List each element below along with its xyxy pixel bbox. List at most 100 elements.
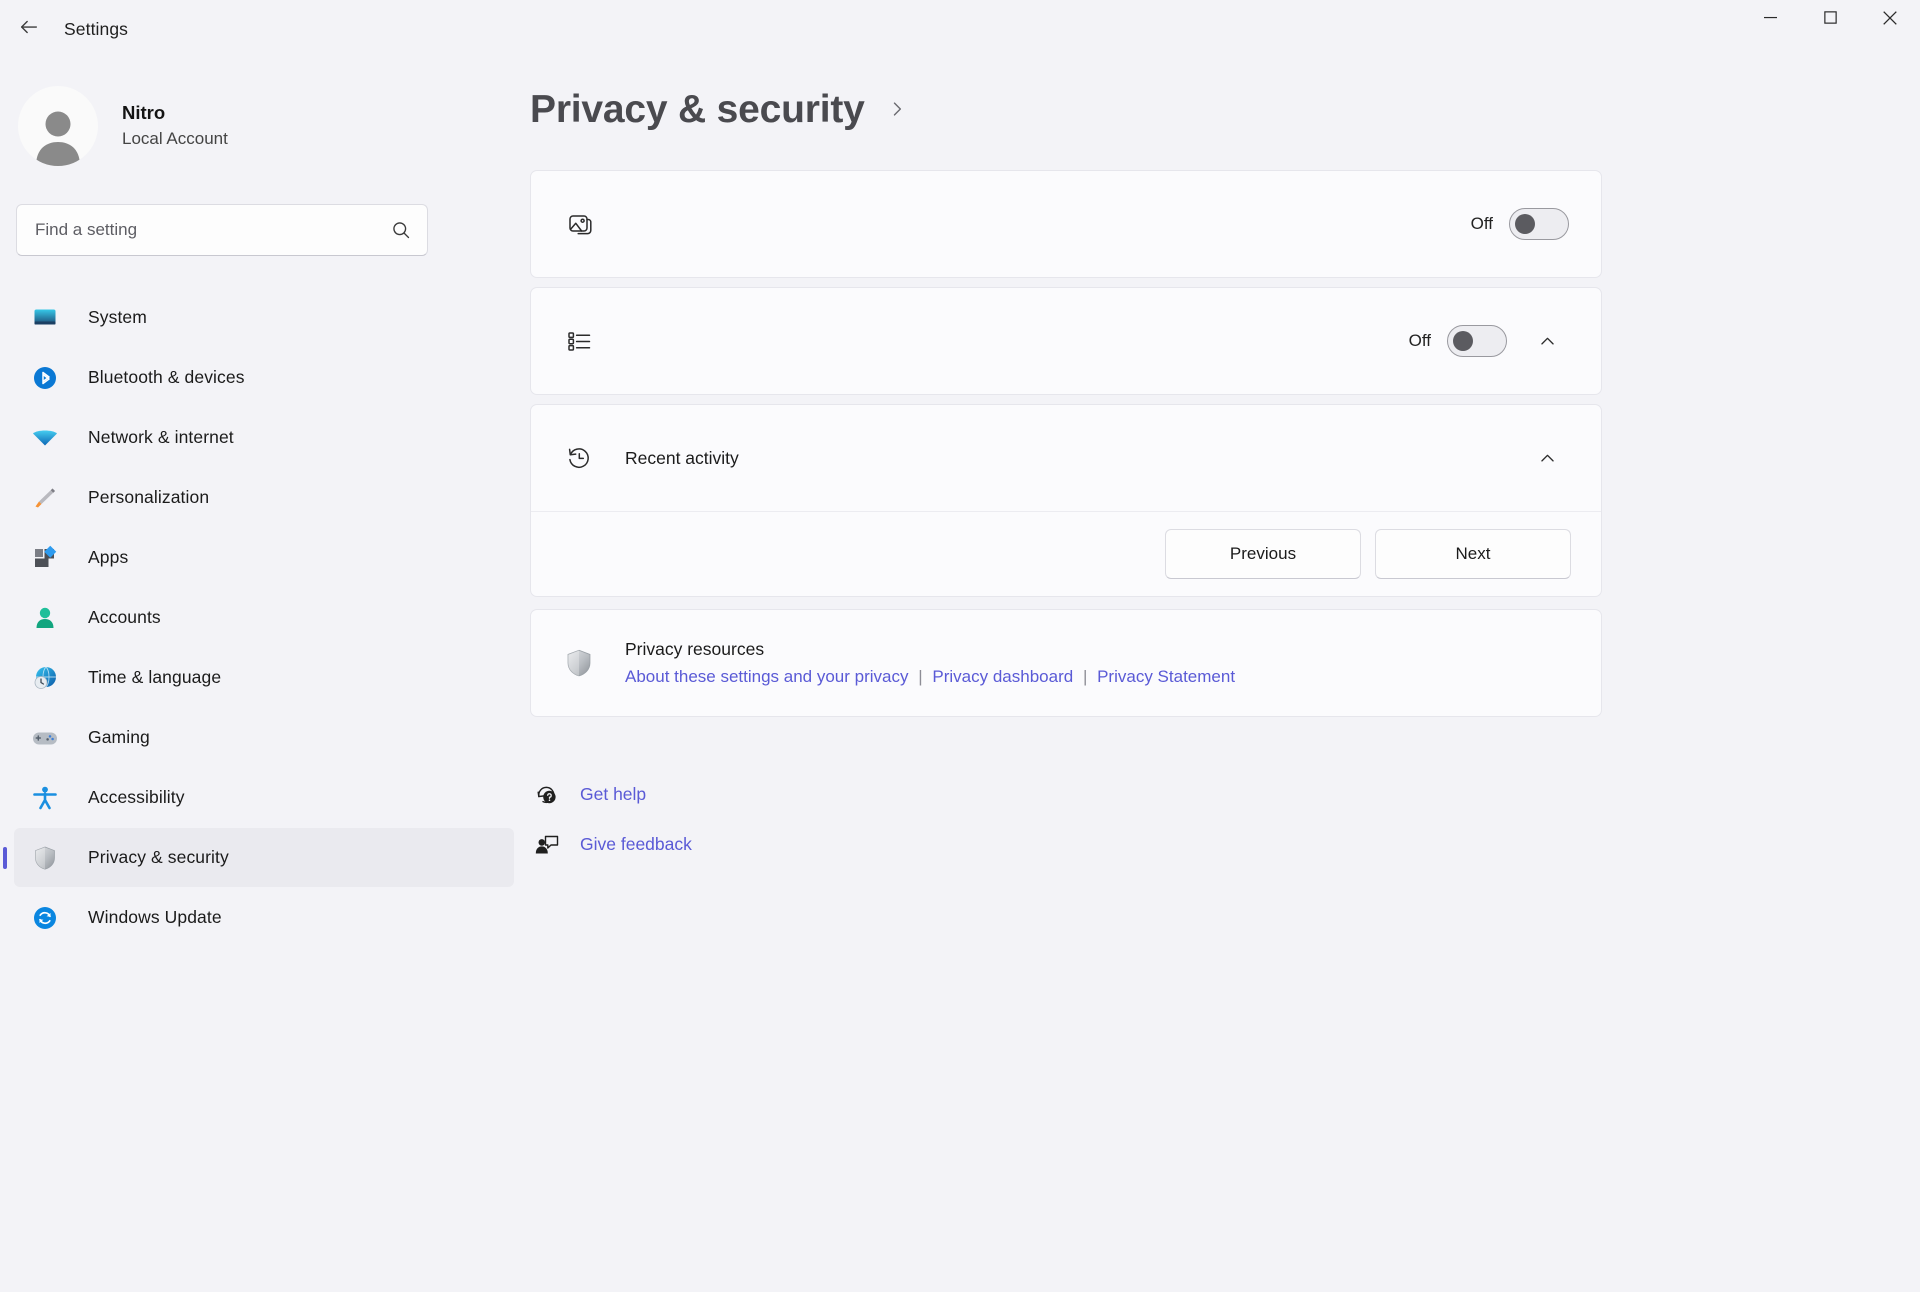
sidebar-item-label: Apps xyxy=(88,547,128,568)
sidebar-item-label: Bluetooth & devices xyxy=(88,367,245,388)
page-title: Privacy & security xyxy=(530,88,865,132)
previous-button[interactable]: Previous xyxy=(1165,529,1361,579)
toggle-state-label: Off xyxy=(1409,331,1431,351)
toggle-state-label: Off xyxy=(1471,214,1493,234)
setting-card-photos[interactable]: Off xyxy=(530,170,1602,278)
sidebar-item-label: Time & language xyxy=(88,667,221,688)
bluetooth-icon xyxy=(28,361,62,395)
give-feedback-link[interactable]: Give feedback xyxy=(530,819,706,869)
get-help-link[interactable]: Get help xyxy=(530,769,660,819)
sidebar-item-label: Personalization xyxy=(88,487,209,508)
footer-links: Get help Give feedback xyxy=(530,769,1920,869)
chevron-up-icon[interactable] xyxy=(1525,319,1569,363)
search-input[interactable] xyxy=(17,205,427,255)
card-row: Off xyxy=(531,171,1601,277)
link-about-settings-privacy[interactable]: About these settings and your privacy xyxy=(625,667,909,686)
chevron-right-icon[interactable] xyxy=(887,99,907,122)
sidebar-item-personalization[interactable]: Personalization xyxy=(14,468,514,527)
apps-squares-icon xyxy=(28,541,62,575)
resources-row: Privacy resources About these settings a… xyxy=(531,610,1601,716)
maximize-button[interactable] xyxy=(1800,0,1860,40)
shield-icon xyxy=(28,841,62,875)
system-monitor-icon xyxy=(28,301,62,335)
sidebar-item-label: Windows Update xyxy=(88,907,222,928)
sidebar-item-privacy-security[interactable]: Privacy & security xyxy=(14,828,514,887)
paintbrush-icon xyxy=(28,481,62,515)
setting-toggle-photos[interactable] xyxy=(1509,208,1569,240)
sidebar-item-label: Privacy & security xyxy=(88,847,229,868)
resources-text: Privacy resources About these settings a… xyxy=(625,636,1235,691)
privacy-resources-card: Privacy resources About these settings a… xyxy=(530,609,1602,717)
setting-toggle-list[interactable] xyxy=(1447,325,1507,357)
give-feedback-label: Give feedback xyxy=(580,834,692,855)
history-clock-icon xyxy=(561,440,597,476)
app-title: Settings xyxy=(64,19,128,40)
search-box[interactable] xyxy=(16,204,428,256)
get-help-label: Get help xyxy=(580,784,646,805)
sidebar-item-label: Accounts xyxy=(88,607,161,628)
privacy-resources-links: About these settings and your privacy | … xyxy=(625,663,1235,691)
window-caption-buttons xyxy=(1740,0,1920,40)
back-button[interactable] xyxy=(8,8,50,50)
sidebar-item-label: Network & internet xyxy=(88,427,234,448)
toggle-group: Off xyxy=(1409,325,1507,357)
update-refresh-icon xyxy=(28,901,62,935)
maximize-icon xyxy=(1824,11,1837,29)
toggle-knob xyxy=(1515,214,1535,234)
sidebar-item-accounts[interactable]: Accounts xyxy=(14,588,514,647)
close-icon xyxy=(1883,11,1897,30)
toggle-group: Off xyxy=(1471,208,1569,240)
account-card[interactable]: Nitro Local Account xyxy=(18,86,530,166)
chevron-up-icon[interactable] xyxy=(1525,436,1569,480)
recent-activity-row[interactable]: Recent activity xyxy=(531,405,1601,511)
sidebar-nav: System Bluetooth & devices Network xyxy=(0,288,530,947)
card-row: Off xyxy=(531,288,1601,394)
account-type: Local Account xyxy=(122,127,228,152)
close-button[interactable] xyxy=(1860,0,1920,40)
sidebar-item-bluetooth-devices[interactable]: Bluetooth & devices xyxy=(14,348,514,407)
minimize-button[interactable] xyxy=(1740,0,1800,40)
sidebar: Nitro Local Account System xyxy=(0,58,530,1292)
link-privacy-statement[interactable]: Privacy Statement xyxy=(1097,667,1235,686)
feedback-person-icon xyxy=(530,827,564,861)
link-separator: | xyxy=(1078,667,1092,686)
globe-clock-icon xyxy=(28,661,62,695)
sidebar-item-time-language[interactable]: Time & language xyxy=(14,648,514,707)
account-name: Nitro xyxy=(122,100,228,127)
recent-activity-label: Recent activity xyxy=(625,448,1066,469)
settings-cards: Off Of xyxy=(530,170,1602,717)
main-content: Privacy & security Off xyxy=(530,58,1920,1292)
sidebar-item-gaming[interactable]: Gaming xyxy=(14,708,514,767)
person-icon xyxy=(28,601,62,635)
breadcrumb: Privacy & security xyxy=(522,88,1920,132)
sidebar-item-label: Accessibility xyxy=(88,787,185,808)
link-separator: | xyxy=(913,667,927,686)
minimize-icon xyxy=(1764,11,1777,29)
avatar xyxy=(18,86,98,166)
link-privacy-dashboard[interactable]: Privacy dashboard xyxy=(932,667,1073,686)
sidebar-item-accessibility[interactable]: Accessibility xyxy=(14,768,514,827)
search-icon[interactable] xyxy=(391,220,411,240)
toggle-knob xyxy=(1453,331,1473,351)
wifi-icon xyxy=(28,421,62,455)
sidebar-item-apps[interactable]: Apps xyxy=(14,528,514,587)
gamepad-icon xyxy=(28,721,62,755)
sidebar-item-label: Gaming xyxy=(88,727,150,748)
sidebar-item-network-internet[interactable]: Network & internet xyxy=(14,408,514,467)
photo-stack-icon xyxy=(561,206,597,242)
back-arrow-icon xyxy=(18,16,40,43)
user-avatar-icon xyxy=(25,100,91,166)
setting-card-list[interactable]: Off xyxy=(530,287,1602,395)
sidebar-item-system[interactable]: System xyxy=(14,288,514,347)
sidebar-item-label: System xyxy=(88,307,147,328)
title-bar: Settings xyxy=(0,0,1920,58)
bulleted-list-icon xyxy=(561,323,597,359)
pager-row: Previous Next xyxy=(531,512,1601,596)
sidebar-item-windows-update[interactable]: Windows Update xyxy=(14,888,514,947)
privacy-resources-title: Privacy resources xyxy=(625,636,1235,663)
shield-icon xyxy=(561,645,597,681)
help-question-icon xyxy=(530,777,564,811)
accessibility-person-icon xyxy=(28,781,62,815)
next-button[interactable]: Next xyxy=(1375,529,1571,579)
recent-activity-card[interactable]: Recent activity Previous Next xyxy=(530,404,1602,597)
